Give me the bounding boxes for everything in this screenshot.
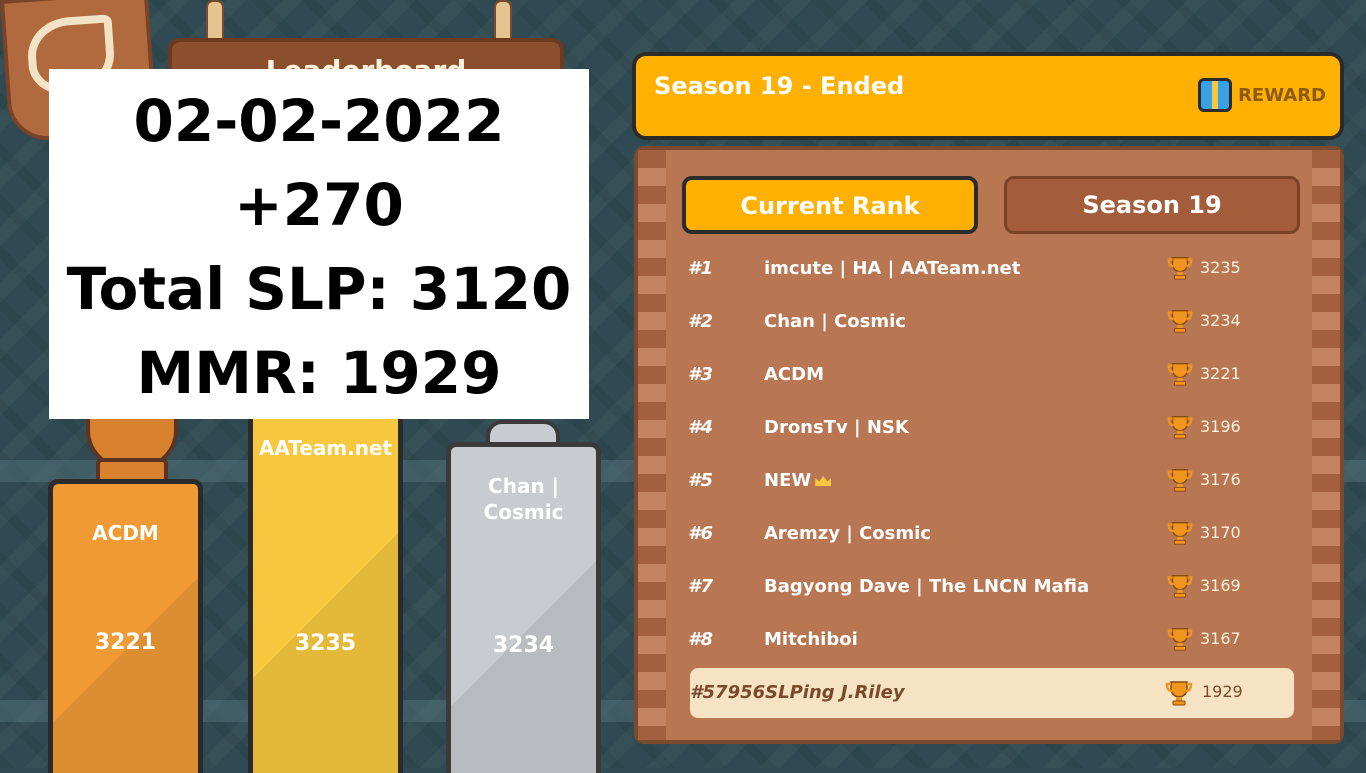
my-rank-row[interactable]: #57956SLPing J.Riley 1929 [690,668,1294,718]
podium-score: 3235 [294,631,357,656]
rank-board: Current Rank Season 19 #1 imcute | HA | A… [634,146,1344,744]
player-name: ACDM [764,364,824,385]
player-name-text: Mitchiboi [764,629,858,650]
player-score: 3234 [1200,311,1241,330]
rank-number: #4 [688,417,714,438]
player-name: Bagyong Dave | The LNCN Mafia [764,576,1089,597]
rank-row[interactable]: #4 DronsTv | NSK 3196 [688,409,1298,449]
reward-label: REWARD [1238,84,1326,106]
player-score: 3167 [1200,629,1241,648]
player-name-text: Aremzy | Cosmic [764,523,931,544]
player-name-text: DronsTv | NSK [764,417,909,438]
rank-row[interactable]: #1 imcute | HA | AATeam.net 3235 [688,250,1298,290]
trophy-icon [1167,416,1193,439]
player-name: Chan | Cosmic [764,311,906,332]
player-name-text: imcute | HA | AATeam.net [764,258,1021,279]
crown-icon [815,476,832,486]
player-score: 3176 [1200,470,1241,489]
podium-third-place: ACDM 3221 [48,479,203,773]
rank-number: #2 [688,311,714,332]
overlay-change: +270 [234,171,404,239]
podium-score: 3221 [94,630,157,655]
rank-number: #5 [688,470,714,491]
tab-current-rank[interactable]: Current Rank [682,176,978,234]
player-name: Mitchiboi [764,629,858,650]
podium-first-place: AATeam.net 3235 [248,380,403,773]
player-name-text: ACDM [764,364,824,385]
rank-number: #6 [688,523,714,544]
trophy-icon [1167,575,1193,598]
player-score: 3169 [1200,576,1241,595]
player-score: 3235 [1200,258,1241,277]
tab-season-19[interactable]: Season 19 [1004,176,1300,234]
rank-number: #7 [688,576,714,597]
rank-row[interactable]: #3 ACDM 3221 [688,356,1298,396]
board-edge [1312,150,1340,740]
trophy-icon [1167,469,1193,492]
rank-row[interactable]: #5 NEW 3176 [688,462,1298,502]
player-name: DronsTv | NSK [764,417,909,438]
podium-score: 3234 [492,633,555,658]
reward-button[interactable]: REWARD [1198,78,1326,112]
trophy-icon [1167,628,1193,651]
podium-name: Chan | Cosmic [483,474,564,524]
rank-row[interactable]: #8 Mitchiboi 3167 [688,621,1298,661]
player-name-text: Bagyong Dave | The LNCN Mafia [764,576,1090,597]
player-score: 3221 [1200,364,1241,383]
player-name: Aremzy | Cosmic [764,523,931,544]
gift-icon [1198,78,1233,112]
my-rank-label: #57956SLPing J.Riley [690,682,905,703]
my-score: 1929 [1202,682,1243,701]
overlay-date: 02-02-2022 [133,87,505,155]
overlay-mmr: MMR: 1929 [136,339,502,407]
player-name-text: NEW [764,470,812,491]
trophy-icon [1165,681,1193,706]
board-edge [638,150,666,740]
podium-second-place: Chan | Cosmic 3234 [446,442,601,773]
stats-overlay: 02-02-2022 +270 Total SLP: 3120 MMR: 192… [49,69,589,419]
podium-name: ACDM [92,521,159,545]
trophy-icon [1167,310,1193,333]
podium-name: AATeam.net [258,436,393,460]
rank-number: #3 [688,364,714,385]
overlay-total-slp: Total SLP: 3120 [66,255,572,323]
rank-row[interactable]: #2 Chan | Cosmic 3234 [688,303,1298,343]
rank-number: #8 [688,629,714,650]
player-name: imcute | HA | AATeam.net [764,258,1020,279]
season-banner: Season 19 - Ended REWARD [632,52,1344,140]
player-score: 3196 [1200,417,1241,436]
trophy-icon [1167,257,1193,280]
player-score: 3170 [1200,523,1241,542]
player-name-text: Chan | Cosmic [764,311,906,332]
player-name: NEW [764,470,832,491]
rank-row[interactable]: #6 Aremzy | Cosmic 3170 [688,515,1298,555]
trophy-icon [1167,363,1193,386]
rank-row[interactable]: #7 Bagyong Dave | The LNCN Mafia 3169 [688,568,1298,608]
rank-number: #1 [688,258,714,279]
trophy-icon [1167,522,1193,545]
season-title: Season 19 - Ended [654,72,905,100]
